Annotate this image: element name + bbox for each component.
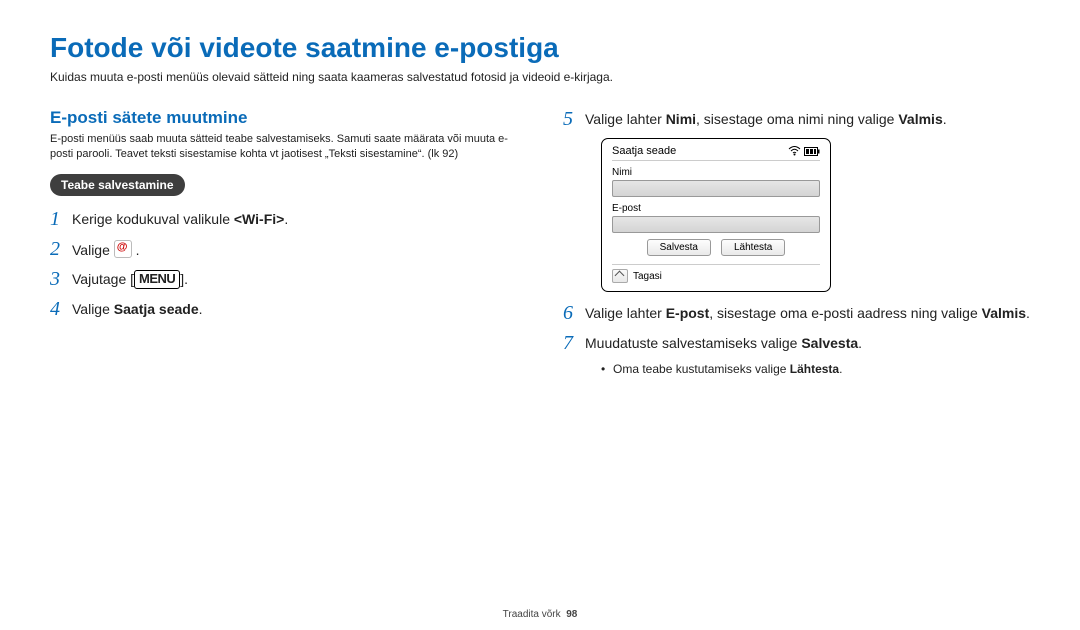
wifi-label: <Wi-Fi> [234, 211, 284, 227]
step-number: 6 [563, 302, 585, 324]
sender-settings-label: Saatja seade [114, 301, 199, 317]
text-fragment: Kerige kodukuval valikule [72, 211, 234, 227]
device-back-label: Tagasi [633, 271, 662, 282]
device-title: Saatja seade [612, 145, 676, 157]
content-columns: E-posti sätete muutmine E-posti menüüs s… [50, 108, 1030, 378]
step-number: 1 [50, 208, 72, 230]
menu-button-icon: MENU [134, 270, 180, 289]
step-7: 7 Muudatuste salvestamiseks valige Salve… [563, 332, 1030, 354]
step-1: 1 Kerige kodukuval valikule <Wi-Fi>. [50, 208, 517, 230]
text-fragment: . [839, 362, 842, 376]
step-number: 3 [50, 268, 72, 290]
step-5: 5 Valige lahter Nimi, sisestage oma nimi… [563, 108, 1030, 130]
done-label: Valmis [898, 111, 942, 127]
step-text: Valige . [72, 238, 517, 261]
left-column: E-posti sätete muutmine E-posti menüüs s… [50, 108, 517, 378]
wifi-icon [788, 146, 801, 156]
step-number: 4 [50, 298, 72, 320]
reset-label: Lähtesta [790, 362, 839, 376]
steps-left: 1 Kerige kodukuval valikule <Wi-Fi>. 2 V… [50, 208, 517, 321]
step-6: 6 Valige lahter E-post, sisestage oma e-… [563, 302, 1030, 324]
device-header: Saatja seade [612, 145, 820, 161]
step-3: 3 Vajutage [MENU]. [50, 268, 517, 290]
text-fragment: . [943, 111, 947, 127]
right-column: 5 Valige lahter Nimi, sisestage oma nimi… [563, 108, 1030, 378]
page-title: Fotode või videote saatmine e-postiga [50, 32, 1030, 64]
device-save-button: Salvesta [647, 239, 711, 256]
text-fragment: . [132, 242, 140, 258]
text-fragment: ]. [180, 271, 188, 287]
device-screenshot: Saatja seade Nimi E-post Salvesta [601, 138, 831, 292]
text-fragment: . [199, 301, 203, 317]
done-label: Valmis [982, 305, 1026, 321]
step-number: 2 [50, 238, 72, 260]
text-fragment: . [1026, 305, 1030, 321]
section-subhead: E-posti sätete muutmine [50, 108, 517, 128]
intro-text: Kuidas muuta e-posti menüüs olevaid sätt… [50, 70, 1030, 84]
step-text: Valige lahter E-post, sisestage oma e-po… [585, 302, 1030, 324]
step-text: Valige lahter Nimi, sisestage oma nimi n… [585, 108, 1030, 130]
footer-page: 98 [566, 609, 577, 620]
steps-right-cont: 6 Valige lahter E-post, sisestage oma e-… [563, 302, 1030, 354]
device-buttons: Salvesta Lähtesta [612, 239, 820, 256]
step-number: 7 [563, 332, 585, 354]
text-fragment: Vajutage [ [72, 271, 134, 287]
save-info-pill: Teabe salvestamine [50, 174, 185, 196]
section-desc: E-posti menüüs saab muuta sätteid teabe … [50, 132, 517, 162]
page-footer: Traadita võrk 98 [0, 609, 1080, 620]
device-reset-button: Lähtesta [721, 239, 785, 256]
step-2: 2 Valige . [50, 238, 517, 261]
text-fragment: . [858, 335, 862, 351]
bullet-note: Oma teabe kustutamiseks valige Lähtesta. [601, 362, 1030, 378]
steps-right: 5 Valige lahter Nimi, sisestage oma nimi… [563, 108, 1030, 130]
text-fragment: , sisestage oma e-posti aadress ning val… [709, 305, 981, 321]
step-text: Kerige kodukuval valikule <Wi-Fi>. [72, 208, 517, 230]
email-label: E-post [666, 305, 710, 321]
step-number: 5 [563, 108, 585, 130]
text-fragment: Valige lahter [585, 111, 666, 127]
device-input-email [612, 216, 820, 233]
text-fragment: Valige [72, 242, 114, 258]
text-fragment: Valige [72, 301, 114, 317]
device-label-email: E-post [612, 203, 820, 214]
step-text: Valige Saatja seade. [72, 298, 517, 320]
step-text: Vajutage [MENU]. [72, 268, 517, 290]
device-input-name [612, 180, 820, 197]
name-label: Nimi [666, 111, 696, 127]
save-label: Salvesta [801, 335, 858, 351]
text-fragment: , sisestage oma nimi ning valige [696, 111, 898, 127]
text-fragment: . [284, 211, 288, 227]
text-fragment: Muudatuste salvestamiseks valige [585, 335, 801, 351]
step-text: Muudatuste salvestamiseks valige Salvest… [585, 332, 1030, 354]
back-icon [612, 269, 628, 283]
device-label-name: Nimi [612, 167, 820, 178]
footer-label: Traadita võrk [503, 609, 561, 620]
text-fragment: Valige lahter [585, 305, 666, 321]
email-app-icon [114, 240, 132, 258]
text-fragment: Oma teabe kustutamiseks valige [613, 362, 790, 376]
step-4: 4 Valige Saatja seade. [50, 298, 517, 320]
battery-icon [804, 147, 820, 156]
device-status-icons [788, 146, 820, 156]
device-footer: Tagasi [612, 264, 820, 283]
